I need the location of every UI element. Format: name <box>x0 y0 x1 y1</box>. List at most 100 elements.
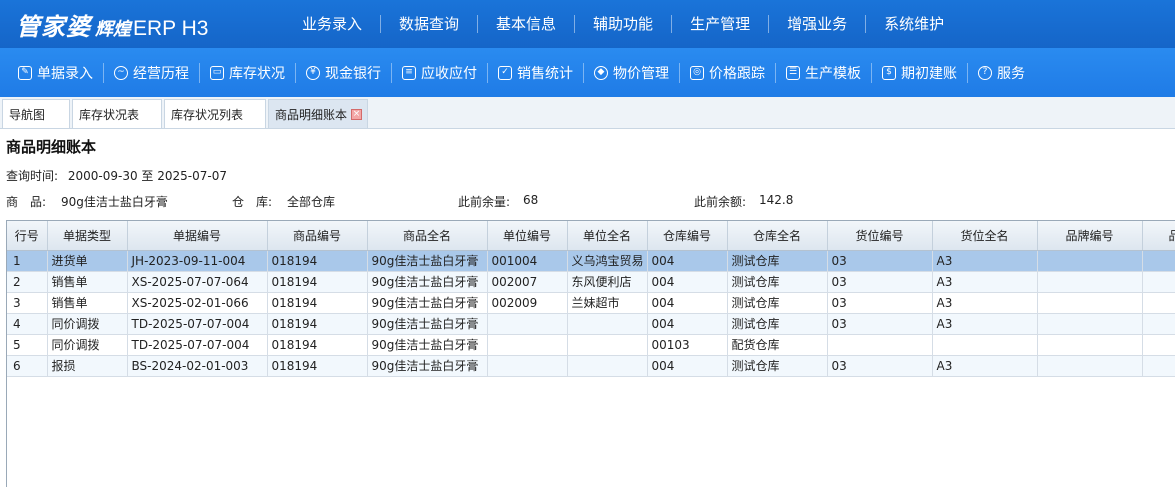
column-header[interactable]: 货位全名 <box>932 221 1038 251</box>
table-cell[interactable]: 90g佳洁士盐白牙膏 <box>367 250 488 272</box>
table-cell[interactable]: 004 <box>647 250 728 272</box>
column-header[interactable]: 仓库编号 <box>647 221 728 251</box>
table-cell[interactable]: BS-2024-02-01-003 <box>127 355 268 377</box>
toolbar-receivable[interactable]: ≡ 应收应付 <box>392 62 488 83</box>
ledger-table[interactable]: 行号 单据类型 单据编号 商品编号 商品全名 单位编号 单位全名 仓库编号 仓库… <box>6 220 1175 487</box>
column-header[interactable]: 单位全名 <box>567 221 648 251</box>
table-cell[interactable] <box>827 334 933 356</box>
top-nav-enhanced[interactable]: 增强业务 <box>769 15 867 33</box>
table-cell[interactable]: XS-2025-07-07-064 <box>127 271 268 293</box>
top-nav-production[interactable]: 生产管理 <box>672 15 770 33</box>
table-cell[interactable]: 销售单 <box>47 271 128 293</box>
table-row[interactable]: 6 报损 BS-2024-02-01-003 018194 90g佳洁士盐白牙膏 004 测… <box>7 355 1175 377</box>
table-cell[interactable]: 同价调拨 <box>47 313 128 335</box>
table-row[interactable]: 3 销售单 XS-2025-02-01-066 018194 90g佳洁士盐白牙膏 002… <box>7 292 1175 314</box>
table-cell[interactable]: A3 <box>932 313 1038 335</box>
table-cell[interactable] <box>1037 313 1143 335</box>
table-cell[interactable]: 配货仓库 <box>727 334 828 356</box>
column-header[interactable]: 单位编号 <box>487 221 568 251</box>
table-cell[interactable] <box>1037 250 1143 272</box>
toolbar-sales-stats[interactable]: ✓ 销售统计 <box>488 62 584 83</box>
table-cell[interactable]: A3 <box>932 271 1038 293</box>
table-row[interactable]: 1 进货单 JH-2023-09-11-004 018194 90g佳洁士盐白牙膏 001… <box>7 250 1175 272</box>
table-cell[interactable]: 03 <box>827 271 933 293</box>
table-cell[interactable]: A3 <box>932 355 1038 377</box>
table-cell[interactable] <box>567 355 648 377</box>
table-cell[interactable]: 90g佳洁士盐白牙膏 <box>367 313 488 335</box>
tab-nav-map[interactable]: 导航图 <box>2 99 70 128</box>
table-cell[interactable] <box>487 334 568 356</box>
table-cell[interactable] <box>487 355 568 377</box>
table-cell[interactable]: 90g佳洁士盐白牙膏 <box>367 334 488 356</box>
table-cell[interactable]: 1 <box>7 250 48 272</box>
table-cell[interactable] <box>1142 250 1175 272</box>
toolbar-history[interactable]: ~ 经营历程 <box>104 62 200 83</box>
table-cell[interactable]: 测试仓库 <box>727 313 828 335</box>
table-cell[interactable]: 进货单 <box>47 250 128 272</box>
toolbar-inventory[interactable]: ▭ 库存状况 <box>200 62 296 83</box>
table-cell[interactable]: A3 <box>932 292 1038 314</box>
column-header[interactable]: 单据编号 <box>127 221 268 251</box>
column-header[interactable]: 行号 <box>7 221 48 251</box>
table-cell[interactable]: 03 <box>827 250 933 272</box>
table-cell[interactable] <box>932 334 1038 356</box>
toolbar-price-mgmt[interactable]: ◆ 物价管理 <box>584 62 680 83</box>
table-cell[interactable]: JH-2023-09-11-004 <box>127 250 268 272</box>
toolbar-production-template[interactable]: ☰ 生产模板 <box>776 62 872 83</box>
table-cell[interactable]: 义乌鸿宝贸易 <box>567 250 648 272</box>
table-cell[interactable]: 004 <box>647 292 728 314</box>
table-cell[interactable]: 004 <box>647 271 728 293</box>
table-cell[interactable] <box>1142 271 1175 293</box>
top-nav-data-query[interactable]: 数据查询 <box>381 15 479 33</box>
top-nav-aux-functions[interactable]: 辅助功能 <box>575 15 673 33</box>
table-cell[interactable] <box>567 334 648 356</box>
toolbar-price-track[interactable]: ◎ 价格跟踪 <box>680 62 776 83</box>
table-cell[interactable]: 90g佳洁士盐白牙膏 <box>367 355 488 377</box>
table-cell[interactable]: 兰妹超市 <box>567 292 648 314</box>
column-header[interactable]: 单据类型 <box>47 221 128 251</box>
column-header[interactable]: 品 <box>1142 221 1175 251</box>
table-cell[interactable] <box>1037 292 1143 314</box>
table-cell[interactable]: TD-2025-07-07-004 <box>127 313 268 335</box>
toolbar-opening-setup[interactable]: $ 期初建账 <box>872 62 968 83</box>
table-cell[interactable]: 4 <box>7 313 48 335</box>
table-cell[interactable]: 00103 <box>647 334 728 356</box>
table-cell[interactable]: A3 <box>932 250 1038 272</box>
table-cell[interactable] <box>1142 313 1175 335</box>
table-cell[interactable]: 同价调拨 <box>47 334 128 356</box>
table-cell[interactable]: 03 <box>827 355 933 377</box>
table-cell[interactable]: 2 <box>7 271 48 293</box>
toolbar-cash-bank[interactable]: ¥ 现金银行 <box>296 62 392 83</box>
table-row[interactable]: 2 销售单 XS-2025-07-07-064 018194 90g佳洁士盐白牙膏 002… <box>7 271 1175 293</box>
table-cell[interactable]: 018194 <box>267 250 368 272</box>
column-header[interactable]: 商品编号 <box>267 221 368 251</box>
close-icon[interactable]: × <box>351 108 363 120</box>
table-cell[interactable] <box>1142 334 1175 356</box>
table-cell[interactable]: XS-2025-02-01-066 <box>127 292 268 314</box>
column-header[interactable]: 商品全名 <box>367 221 488 251</box>
tab-inventory-list[interactable]: 库存状况列表 <box>164 99 266 128</box>
column-header[interactable]: 货位编号 <box>827 221 933 251</box>
table-cell[interactable] <box>1142 355 1175 377</box>
table-row[interactable]: 4 同价调拨 TD-2025-07-07-004 018194 90g佳洁士盐白牙膏 00… <box>7 313 1175 335</box>
table-cell[interactable]: 6 <box>7 355 48 377</box>
table-cell[interactable]: 018194 <box>267 355 368 377</box>
table-cell[interactable]: 004 <box>647 313 728 335</box>
column-header[interactable]: 品牌编号 <box>1037 221 1143 251</box>
table-cell[interactable]: 03 <box>827 313 933 335</box>
top-nav-basic-info[interactable]: 基本信息 <box>478 15 576 33</box>
table-cell[interactable]: 002007 <box>487 271 568 293</box>
table-cell[interactable]: 销售单 <box>47 292 128 314</box>
table-row[interactable]: 5 同价调拨 TD-2025-07-07-004 018194 90g佳洁士盐白牙膏 00… <box>7 334 1175 356</box>
table-cell[interactable]: 测试仓库 <box>727 271 828 293</box>
table-cell[interactable] <box>487 313 568 335</box>
table-cell[interactable]: 03 <box>827 292 933 314</box>
table-cell[interactable]: 3 <box>7 292 48 314</box>
table-cell[interactable] <box>1037 355 1143 377</box>
table-cell[interactable]: 报损 <box>47 355 128 377</box>
table-cell[interactable] <box>1142 292 1175 314</box>
table-cell[interactable]: 5 <box>7 334 48 356</box>
tab-product-ledger[interactable]: 商品明细账本 × <box>268 99 368 128</box>
table-cell[interactable]: 测试仓库 <box>727 250 828 272</box>
column-header[interactable]: 仓库全名 <box>727 221 828 251</box>
